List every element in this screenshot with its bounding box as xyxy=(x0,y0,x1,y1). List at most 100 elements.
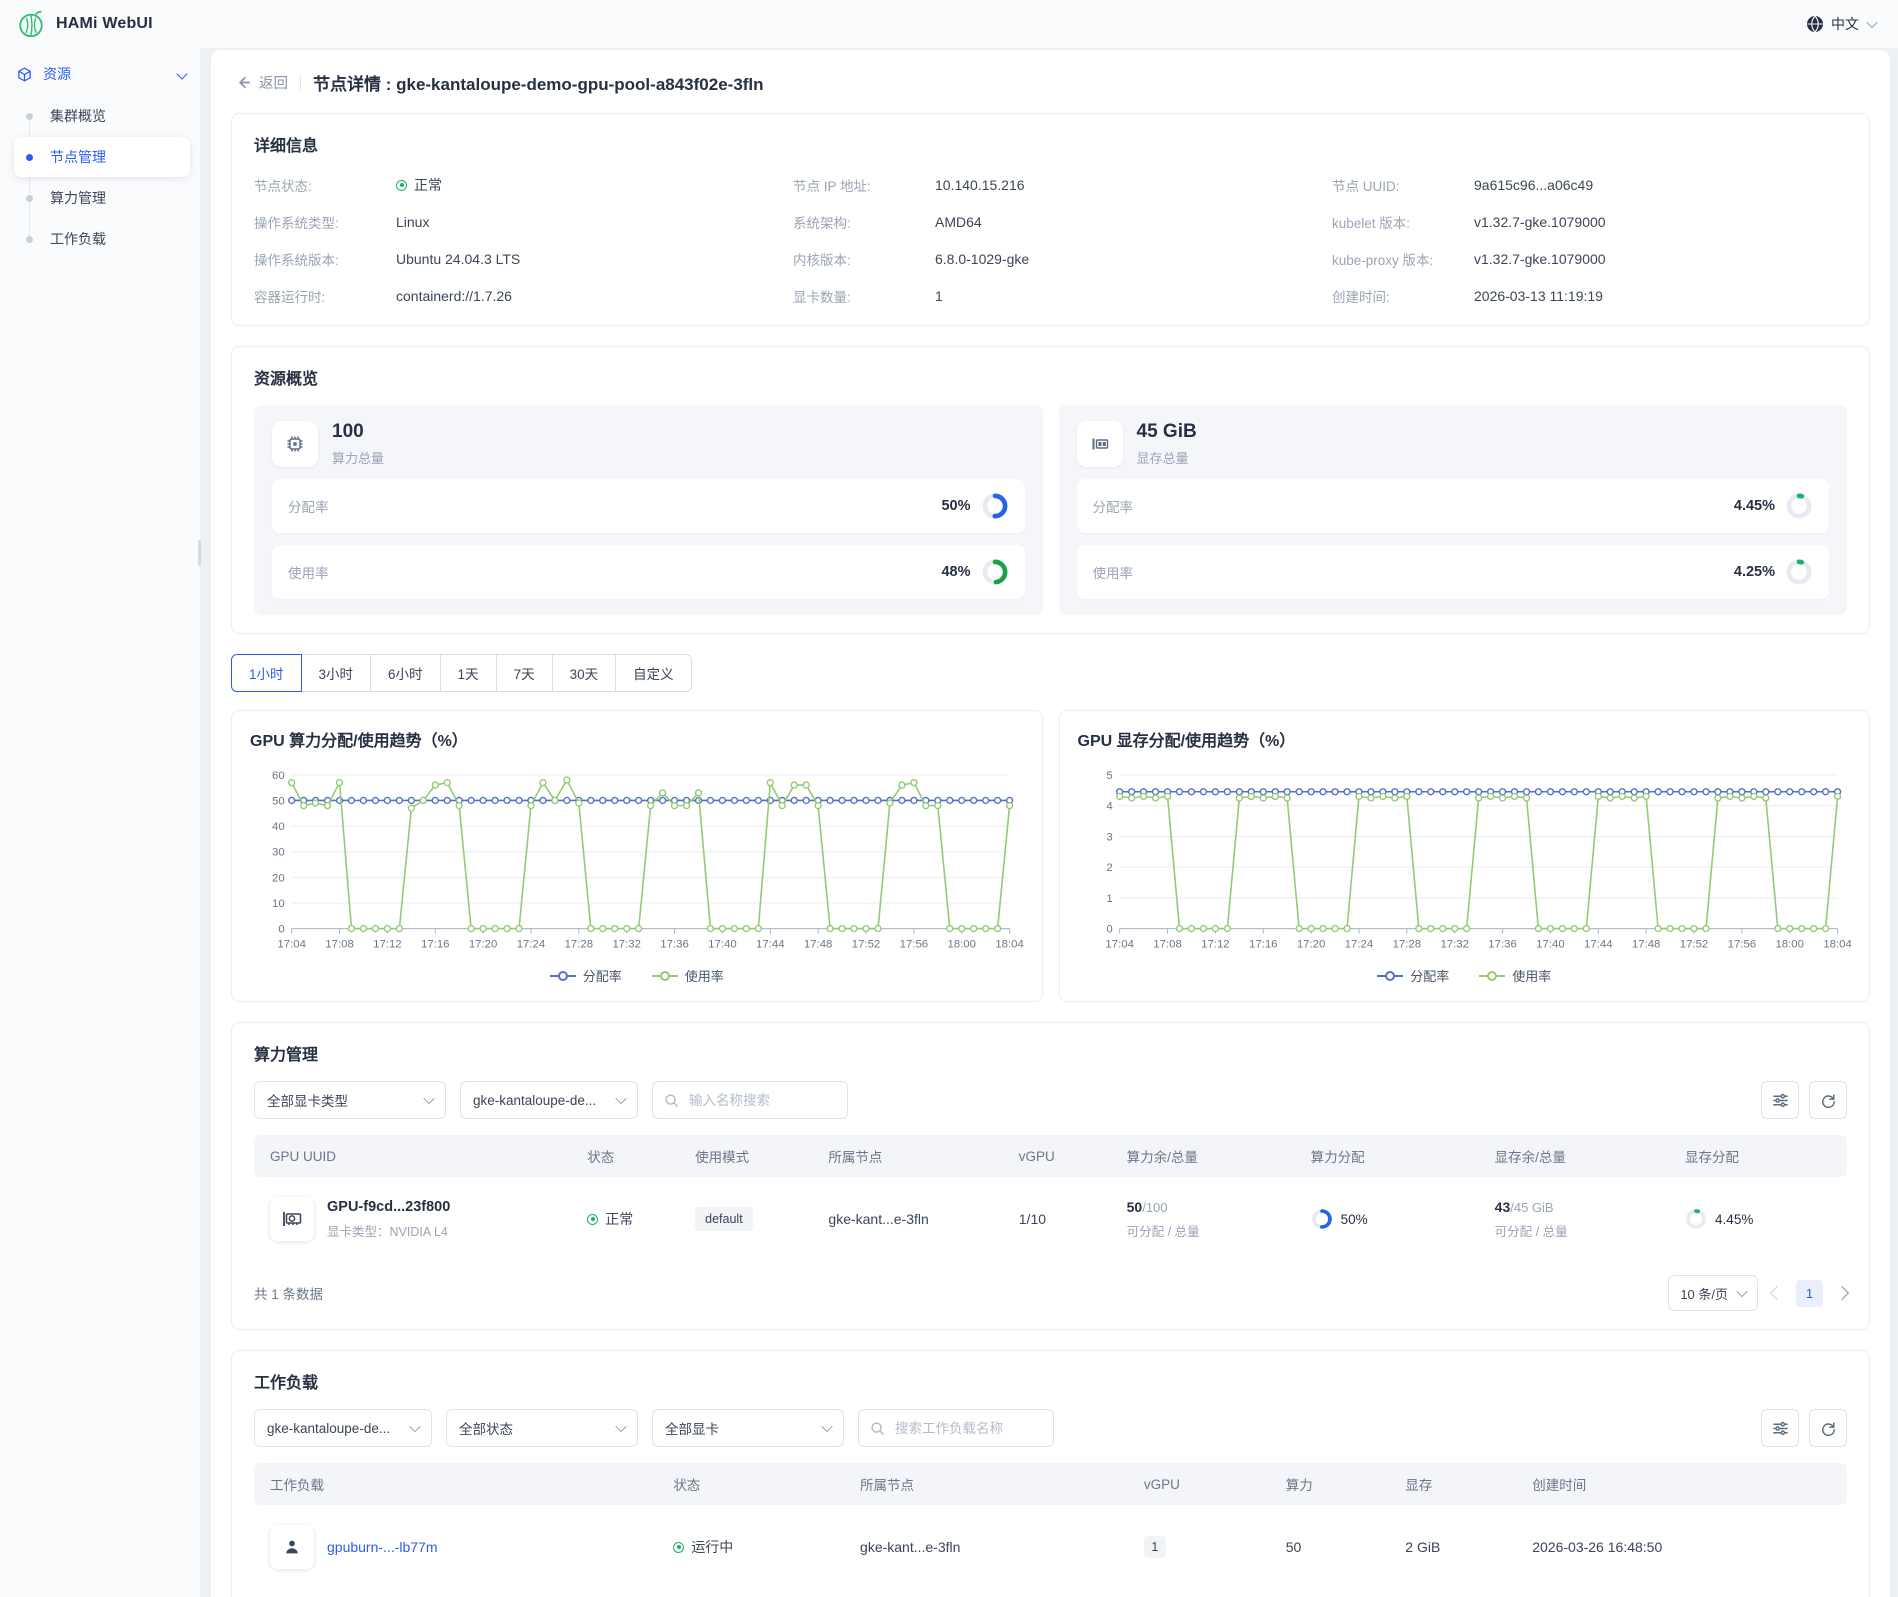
workload-gpu-select[interactable]: 全部显卡 xyxy=(652,1409,844,1447)
back-button[interactable]: 返回 xyxy=(235,72,288,93)
column-settings-button[interactable] xyxy=(1761,1081,1799,1119)
memory-total-card: 45 GiB 显存总量 分配率 4.45% 使用率 xyxy=(1059,405,1848,615)
refresh-button[interactable] xyxy=(1809,1409,1847,1447)
page-size-select[interactable]: 10 条/页 xyxy=(1668,1275,1758,1311)
topbar: 中文 xyxy=(200,0,1898,48)
sidebar-item-compute-management[interactable]: 算力管理 xyxy=(14,178,190,218)
svg-text:18:00: 18:00 xyxy=(947,938,976,950)
tab-30d[interactable]: 30天 xyxy=(552,654,617,692)
gpu-search-input[interactable] xyxy=(687,1092,836,1109)
compute-trend-chart-card: GPU 算力分配/使用趋势（%） 010203040506017:0417:08… xyxy=(231,710,1043,1002)
workload-created: 2026-03-26 16:48:50 xyxy=(1532,1539,1831,1555)
tree-dot-icon xyxy=(26,154,33,161)
core-alloc-cell: 50% xyxy=(1311,1208,1495,1230)
prev-page-button[interactable] xyxy=(1770,1286,1784,1300)
svg-text:30: 30 xyxy=(272,847,285,859)
gpu-uuid[interactable]: GPU-f9cd...23f800 xyxy=(327,1199,450,1215)
workload-status-select[interactable]: 全部状态 xyxy=(446,1409,638,1447)
tree-dot-icon xyxy=(26,113,33,120)
svg-text:17:48: 17:48 xyxy=(1631,938,1660,950)
node-select[interactable]: gke-kantaloupe-de... xyxy=(460,1081,638,1119)
sidebar-item-workloads[interactable]: 工作负载 xyxy=(14,219,190,259)
next-page-button[interactable] xyxy=(1835,1286,1849,1300)
svg-text:1: 1 xyxy=(1106,893,1112,905)
gpu-type-select[interactable]: 全部显卡类型 xyxy=(254,1081,446,1119)
svg-text:17:36: 17:36 xyxy=(660,938,689,950)
svg-text:17:44: 17:44 xyxy=(1584,938,1613,950)
detail-field-node-status: 节点状态: 正常 xyxy=(254,174,769,196)
workload-table-row[interactable]: gpuburn-...-lb77m 运行中 gke-kant...e-3fln … xyxy=(254,1505,1847,1589)
compute-management-section: 算力管理 全部显卡类型 gke-kantaloupe-de... xyxy=(231,1022,1870,1330)
tab-1d[interactable]: 1天 xyxy=(440,654,497,692)
legend-alloc-rate[interactable]: 分配率 xyxy=(550,966,622,985)
svg-text:10: 10 xyxy=(272,898,285,910)
memory-trend-chart: 01234517:0417:0817:1217:1617:2017:2417:2… xyxy=(1078,761,1852,964)
svg-text:0: 0 xyxy=(1106,924,1112,936)
app-root: HAMi WebUI 资源 集群概览 节点管理 xyxy=(0,0,1898,1597)
detail-field-arch: 系统架构: AMD64 xyxy=(793,211,1308,233)
compute-total-card: 100 算力总量 分配率 50% 使用率 48% xyxy=(254,405,1043,615)
memory-total-label: 显存总量 xyxy=(1137,448,1197,467)
time-range-tabs: 1小时 3小时 6小时 1天 7天 30天 自定义 xyxy=(231,654,692,692)
svg-text:17:28: 17:28 xyxy=(565,938,594,950)
svg-text:18:04: 18:04 xyxy=(1823,938,1851,950)
svg-text:5: 5 xyxy=(1106,770,1112,782)
tab-1h[interactable]: 1小时 xyxy=(231,654,302,692)
compute-filter-row: 全部显卡类型 gke-kantaloupe-de... xyxy=(254,1081,1847,1119)
chevron-down-icon xyxy=(176,68,187,79)
sidebar-resize-handle[interactable] xyxy=(198,540,201,566)
tree-dot-icon xyxy=(26,236,33,243)
svg-text:40: 40 xyxy=(272,821,285,833)
chevron-down-icon xyxy=(615,1093,626,1104)
tab-custom[interactable]: 自定义 xyxy=(615,654,692,692)
mem-remain-cell: 43/45 GiB 可分配 / 总量 xyxy=(1495,1199,1685,1240)
gpu-table: GPU UUID 状态 使用模式 所属节点 vGPU 算力余/总量 算力分配 显… xyxy=(254,1135,1847,1261)
refresh-button[interactable] xyxy=(1809,1081,1847,1119)
section-title: 工作负载 xyxy=(254,1369,1847,1393)
chart-legend: 分配率 使用率 xyxy=(250,966,1024,985)
svg-text:0: 0 xyxy=(278,924,284,936)
gpu-table-row[interactable]: GPU-f9cd...23f800 显卡类型：NVIDIA L4 正常 defa… xyxy=(254,1177,1847,1261)
workload-name-link[interactable]: gpuburn-...-lb77m xyxy=(327,1539,438,1555)
sidebar-group-resources[interactable]: 资源 xyxy=(0,48,200,94)
sidebar-item-cluster-overview[interactable]: 集群概览 xyxy=(14,96,190,136)
tab-7d[interactable]: 7天 xyxy=(496,654,553,692)
svg-text:18:04: 18:04 xyxy=(995,938,1023,950)
search-icon xyxy=(870,1421,885,1436)
svg-text:2: 2 xyxy=(1106,862,1112,874)
svg-text:17:04: 17:04 xyxy=(277,938,306,950)
column-settings-button[interactable] xyxy=(1761,1409,1799,1447)
section-title: 资源概览 xyxy=(254,365,1847,389)
sidebar-item-node-management[interactable]: 节点管理 xyxy=(14,137,190,177)
memory-alloc-rate-row: 分配率 4.45% xyxy=(1077,479,1830,533)
svg-text:4: 4 xyxy=(1106,801,1112,813)
status-dot-icon xyxy=(673,1542,684,1553)
workload-pod-icon xyxy=(270,1525,314,1569)
mem-alloc-cell: 4.45% xyxy=(1685,1208,1831,1230)
sidebar-group-label: 资源 xyxy=(43,64,71,84)
legend-usage-rate[interactable]: 使用率 xyxy=(1479,966,1551,985)
sidebar-item-label: 工作负载 xyxy=(50,229,106,249)
detail-field-gpu-count: 显卡数量: 1 xyxy=(793,285,1308,307)
language-selector[interactable]: 中文 xyxy=(1806,14,1876,34)
workload-search-input[interactable] xyxy=(893,1420,1042,1437)
tab-3h[interactable]: 3小时 xyxy=(301,654,372,692)
usage-mode-badge: default xyxy=(695,1207,753,1231)
core-remain-cell: 50/100 可分配 / 总量 xyxy=(1127,1199,1311,1240)
status-dot-icon xyxy=(396,180,407,191)
language-label: 中文 xyxy=(1831,14,1859,34)
legend-usage-rate[interactable]: 使用率 xyxy=(652,966,724,985)
svg-text:17:32: 17:32 xyxy=(1440,938,1469,950)
workload-node-select[interactable]: gke-kantaloupe-de... xyxy=(254,1409,432,1447)
svg-text:17:28: 17:28 xyxy=(1392,938,1421,950)
table-tools xyxy=(1761,1081,1847,1119)
legend-marker-icon xyxy=(550,970,576,982)
legend-alloc-rate[interactable]: 分配率 xyxy=(1377,966,1449,985)
workload-vgpu-badge: 1 xyxy=(1144,1536,1166,1558)
svg-text:17:24: 17:24 xyxy=(517,938,546,950)
tab-6h[interactable]: 6小时 xyxy=(370,654,441,692)
page-number-button[interactable]: 1 xyxy=(1796,1280,1823,1307)
workload-mem: 2 GiB xyxy=(1405,1539,1532,1555)
gpu-type: 显卡类型：NVIDIA L4 xyxy=(327,1221,450,1240)
sidebar: HAMi WebUI 资源 集群概览 节点管理 xyxy=(0,0,200,1597)
